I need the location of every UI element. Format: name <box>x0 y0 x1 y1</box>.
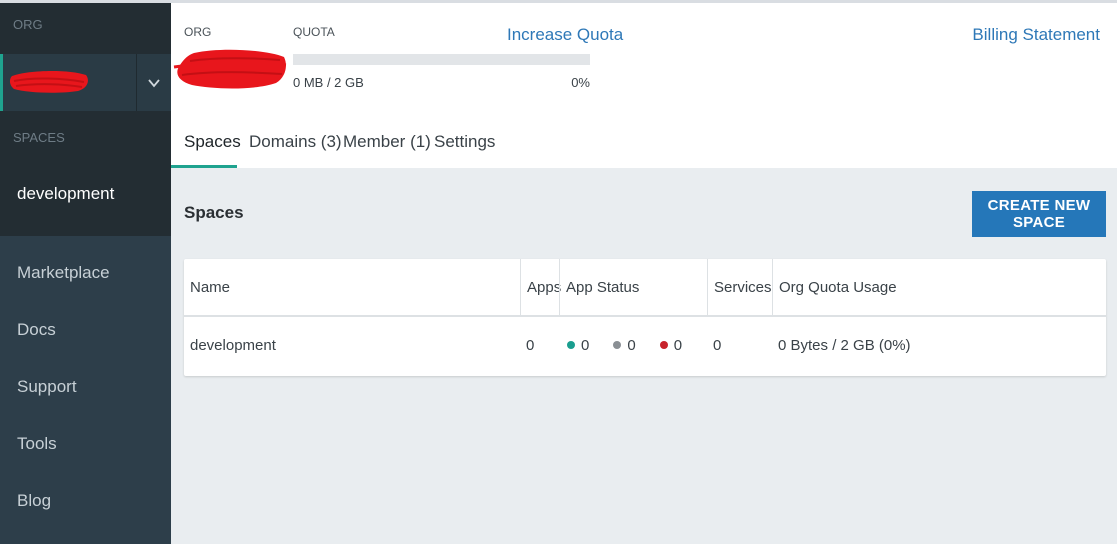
sidebar-item-docs[interactable]: Docs <box>0 293 171 350</box>
column-header-org-quota-usage[interactable]: Org Quota Usage <box>772 259 1106 317</box>
status-crashed: 0 <box>659 317 683 375</box>
column-header-app-status[interactable]: App Status <box>559 259 707 317</box>
main-content: Spaces CREATE NEW SPACE Name Apps App St… <box>171 168 1117 544</box>
column-header-services[interactable]: Services <box>707 259 772 317</box>
org-tabs: Spaces Domains (3) Member (1) Settings <box>171 120 1117 168</box>
sidebar: ORG SPACES development Marketplace Docs … <box>0 3 171 544</box>
table-row[interactable]: development 0 0 0 0 0 0 Bytes / 2 GB (0%) <box>184 317 1106 375</box>
sidebar-space-development[interactable]: development <box>17 184 114 204</box>
increase-quota-link[interactable]: Increase Quota <box>507 25 623 45</box>
cell-app-status: 0 0 0 <box>561 317 709 375</box>
status-stopped-count: 0 <box>627 337 636 354</box>
tab-spaces[interactable]: Spaces <box>184 132 241 152</box>
status-crashed-dot-icon <box>659 341 668 350</box>
spaces-table: Name Apps App Status Services Org Quota … <box>184 259 1106 376</box>
status-stopped-dot-icon <box>613 341 622 350</box>
quota-percent-text: 0% <box>571 75 590 90</box>
column-header-name[interactable]: Name <box>184 259 520 317</box>
quota-label: QUOTA <box>293 25 335 39</box>
org-selector[interactable] <box>0 54 171 111</box>
sidebar-item-tools[interactable]: Tools <box>0 407 171 464</box>
redacted-header-org-name <box>173 49 287 89</box>
quota-progress-bar <box>293 54 590 65</box>
tab-settings[interactable]: Settings <box>434 132 495 152</box>
cell-space-name[interactable]: development <box>184 317 520 375</box>
quota-used-text: 0 MB / 2 GB <box>293 75 364 90</box>
status-stopped: 0 <box>613 317 636 375</box>
sidebar-item-marketplace[interactable]: Marketplace <box>0 236 171 293</box>
column-header-apps[interactable]: Apps <box>520 259 561 317</box>
status-running-count: 0 <box>581 337 590 354</box>
header-org-label: ORG <box>184 25 212 39</box>
sidebar-org-label: ORG <box>0 3 171 54</box>
create-new-space-button[interactable]: CREATE NEW SPACE <box>972 191 1106 237</box>
cell-apps: 0 <box>526 337 535 354</box>
sidebar-spaces-label: SPACES <box>13 130 65 145</box>
status-crashed-count: 0 <box>673 337 683 354</box>
sidebar-item-support[interactable]: Support <box>0 350 171 407</box>
table-header: Name Apps App Status Services Org Quota … <box>184 259 1106 317</box>
sidebar-item-blog[interactable]: Blog <box>0 464 171 521</box>
status-running: 0 <box>567 317 589 375</box>
redacted-org-name <box>9 70 88 93</box>
cell-services: 0 <box>713 337 722 354</box>
cell-org-quota-usage: 0 Bytes / 2 GB (0%) <box>778 337 911 354</box>
sidebar-spaces-section: SPACES development <box>0 111 171 236</box>
sidebar-nav: Marketplace Docs Support Tools Blog <box>0 236 171 521</box>
billing-statement-link[interactable]: Billing Statement <box>972 25 1100 45</box>
page-title: Spaces <box>184 203 244 222</box>
tab-domains[interactable]: Domains (3) <box>249 132 342 152</box>
tab-member[interactable]: Member (1) <box>343 132 431 152</box>
org-toggle[interactable] <box>136 54 171 111</box>
status-running-dot-icon <box>567 341 575 350</box>
chevron-down-icon <box>148 78 160 87</box>
